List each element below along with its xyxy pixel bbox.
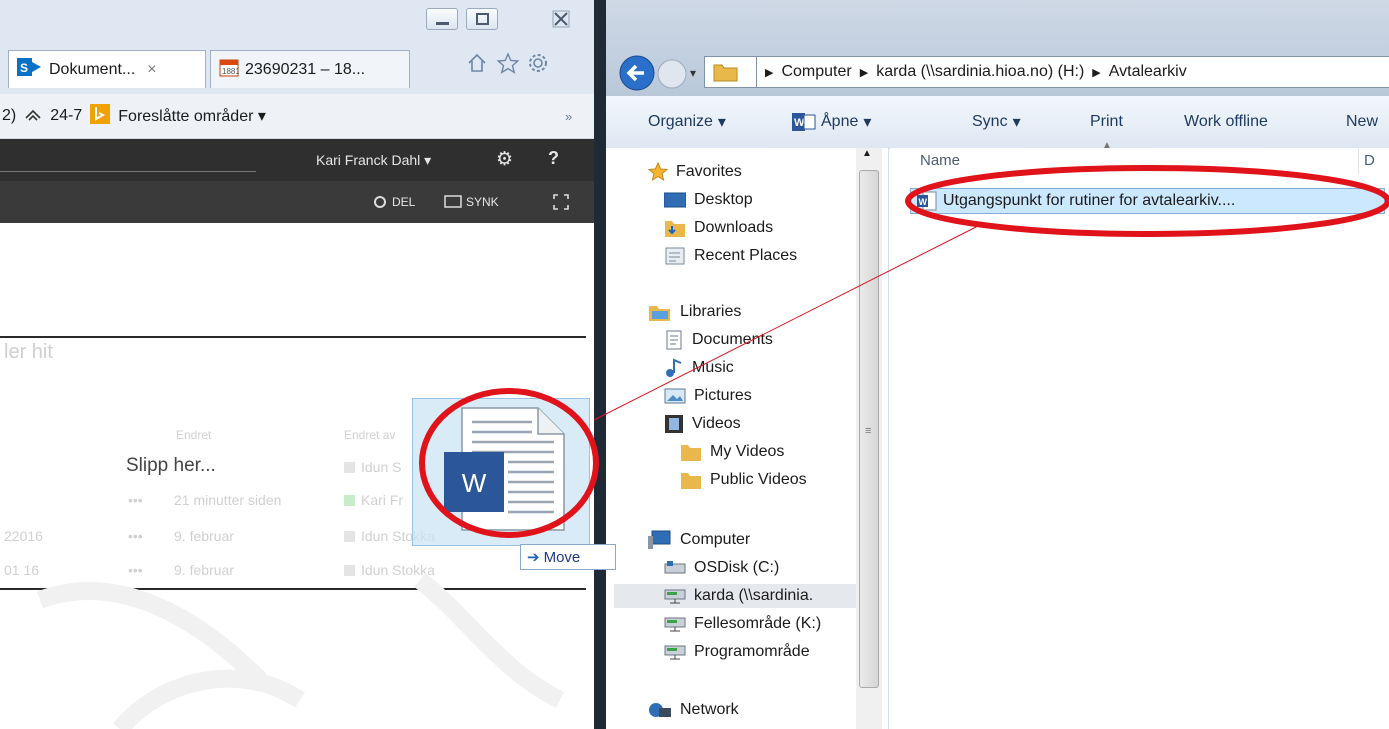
annotation-ellipse-file [905, 165, 1389, 237]
annotation-ellipse-drag [419, 388, 599, 538]
annotation-connector-line [593, 225, 979, 421]
annotation-overlay [419, 165, 1389, 538]
